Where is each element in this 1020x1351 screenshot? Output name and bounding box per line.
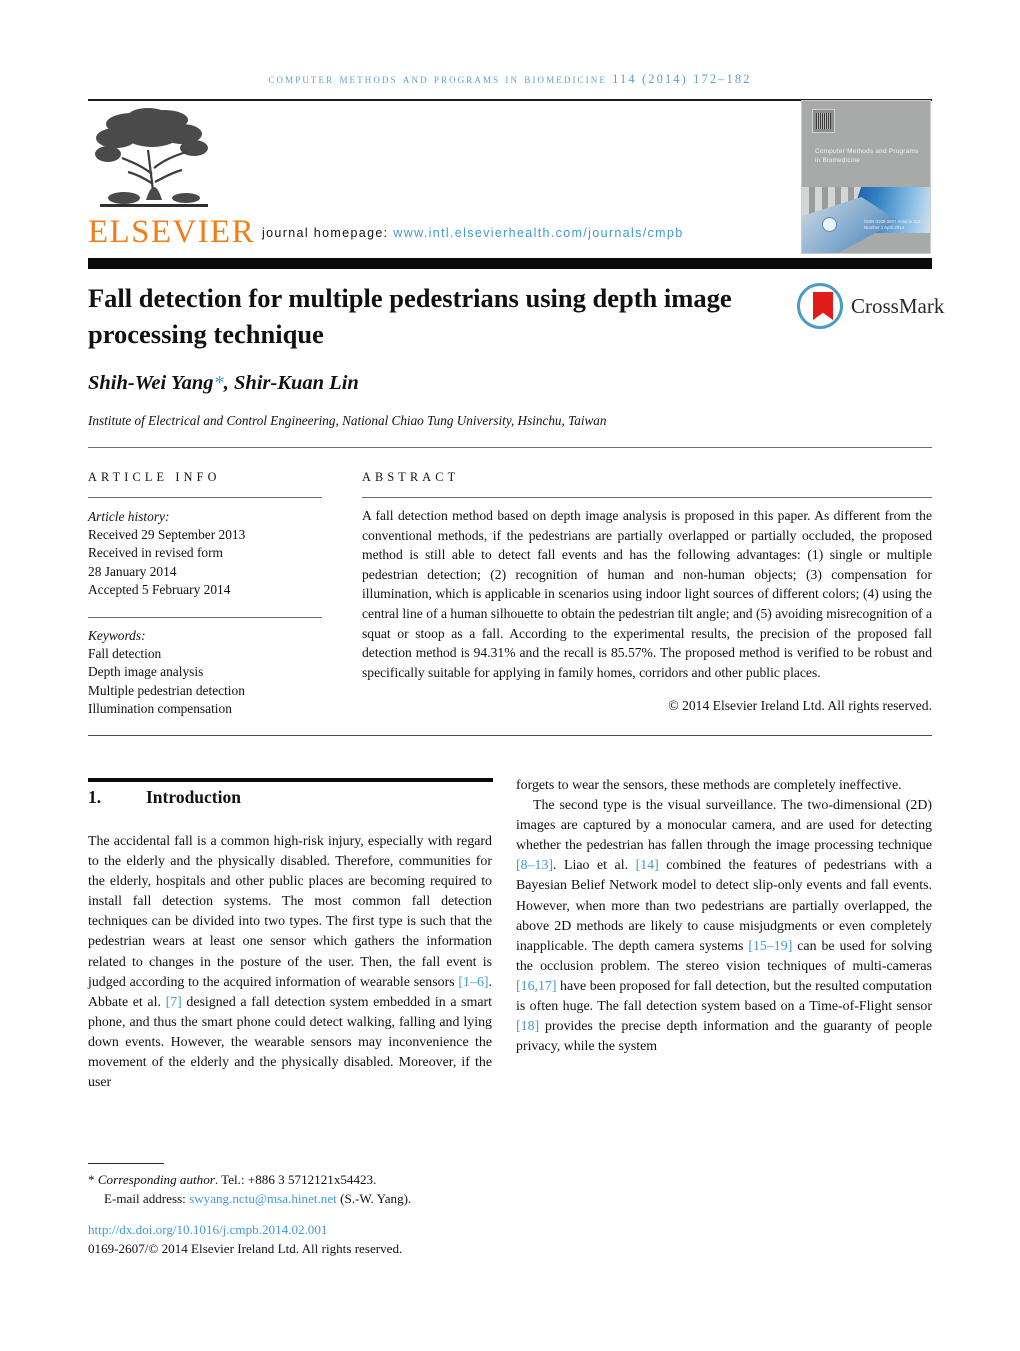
email-suffix: (S.-W. Yang). [340,1191,412,1206]
cover-footer-text: ISSN 0169-2607 Volume 114 Number 1 April… [864,219,921,230]
body-right-paragraph-1: forgets to wear the sensors, these metho… [516,778,902,793]
section-number: 1. [88,787,102,807]
body-right-paragraph-2: The second type is the visual surveillan… [516,796,932,1057]
section-heading: 1. Introduction [88,787,493,808]
footnote-rule [88,1163,164,1164]
crossmark-label: CrossMark [851,294,945,318]
corresponding-author-tel: . Tel.: +886 3 5712121x54423. [214,1172,377,1187]
body-right-text-a: The second type is the visual surveillan… [516,798,932,854]
keywords-list: Keywords: Fall detection Depth image ana… [88,627,333,718]
abstract-rule [362,497,932,498]
author-list: Shih-Wei Yang*, Shir-Kuan Lin [88,372,359,395]
crossmark-badge[interactable]: CrossMark [797,283,944,331]
issn-copyright-line: 0169-2607/© 2014 Elsevier Ireland Ltd. A… [88,1241,403,1256]
article-history-label: Article history: [88,509,170,524]
article-history-item: Received in revised form [88,545,223,561]
journal-cover-thumbnail: Computer Methods and Programs in Biomedi… [801,100,931,254]
abstract-heading: ABSTRACT [362,470,460,484]
journal-homepage-label: journal homepage: [262,226,389,240]
keyword-item: Illumination compensation [88,700,232,716]
footnote-star: * [88,1172,95,1187]
elsevier-tree-icon [95,108,208,207]
body-left-text-1: The accidental fall is a common high-ris… [88,834,492,990]
email-link[interactable]: swyang.nctu@msa.hinet.net [189,1191,337,1206]
body-right-text-e: have been proposed for fall detection, b… [516,978,932,1015]
journal-running-head: Computer methods and programs in biomedi… [268,72,752,86]
citation-link[interactable]: [18] [516,1019,539,1034]
keywords-label: Keywords: [88,628,146,643]
article-history-item: 28 January 2014 [88,563,177,579]
crossmark-ring-icon [797,283,843,329]
page-title: Fall detection for multiple pedestrians … [88,283,732,349]
citation-link[interactable]: [8–13] [516,858,553,873]
paper-page: Computer methods and programs in biomedi… [0,0,1020,1351]
body-right-text-f: provides the precise depth information a… [516,1019,932,1055]
author-secondary: , Shir-Kuan Lin [223,372,359,394]
citation-link[interactable]: [1–6] [458,975,488,990]
footnote-block: * Corresponding author. Tel.: +886 3 571… [88,1170,608,1208]
section-title: Introduction [146,787,241,807]
header-bottom-bar [88,258,932,269]
citation-link[interactable]: [15–19] [748,939,792,954]
abstract-text: A fall detection method based on depth i… [362,508,932,680]
cover-circle-graphic [822,217,837,232]
article-history-item: Accepted 5 February 2014 [88,581,231,597]
keyword-item: Depth image analysis [88,664,204,680]
article-info-rule [88,497,322,498]
section-top-rule [88,778,493,782]
cover-stamp-icon [812,109,835,133]
abstract-bottom-rule [88,735,932,736]
keywords-rule [88,617,322,618]
email-label: E-mail address: [104,1191,186,1206]
body-column-right: forgets to wear the sensors, these metho… [516,776,932,1057]
article-info-heading: ARTICLE INFO [88,470,221,484]
affiliation: Institute of Electrical and Control Engi… [88,413,607,428]
cover-title: Computer Methods and Programs in Biomedi… [815,148,919,164]
journal-homepage-url[interactable]: www.intl.elsevierhealth.com/journals/cmp… [393,226,683,240]
citation-link[interactable]: [14] [636,858,659,873]
email-note: E-mail address: swyang.nctu@msa.hinet.ne… [88,1189,608,1208]
citation-link[interactable]: [7] [166,995,182,1010]
corresponding-author-label: Corresponding author [97,1172,215,1187]
abstract-copyright: © 2014 Elsevier Ireland Ltd. All rights … [668,698,932,713]
body-right-text-b: . Liao et al. [553,858,636,874]
journal-homepage: journal homepage: www.intl.elsevierhealt… [262,226,684,240]
elsevier-wordmark: ELSEVIER [88,214,256,250]
corresponding-author-note: * Corresponding author. Tel.: +886 3 571… [88,1170,608,1189]
article-history-item: Received 29 September 2013 [88,527,246,543]
crossmark-ribbon-icon [813,292,833,320]
author-primary: Shih-Wei Yang [88,372,214,394]
article-history: Article history: Received 29 September 2… [88,508,333,599]
keyword-item: Multiple pedestrian detection [88,682,245,698]
body-column-left: The accidental fall is a common high-ris… [88,832,492,1093]
citation-link[interactable]: [16,17] [516,979,557,994]
elsevier-logo: ELSEVIER [88,104,258,252]
corresponding-author-marker: * [213,372,224,394]
affiliation-rule [88,447,932,448]
keyword-item: Fall detection [88,646,162,662]
doi-link[interactable]: http://dx.doi.org/10.1016/j.cmpb.2014.02… [88,1222,327,1238]
